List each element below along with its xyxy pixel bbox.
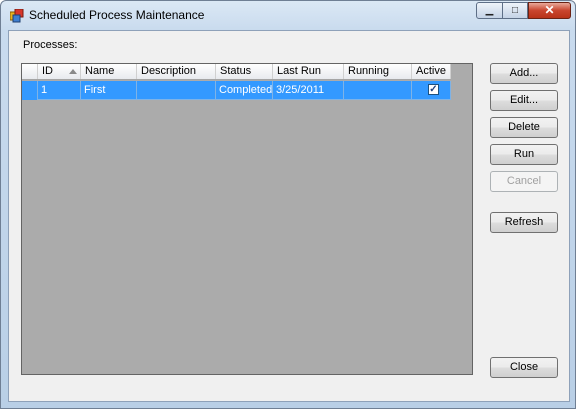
edit-button[interactable]: Edit...: [490, 90, 558, 111]
cell-last-run[interactable]: 3/25/2011: [273, 81, 344, 100]
row-header-corner: [22, 64, 38, 79]
client-area: Processes: ID Name Description Status La…: [8, 30, 570, 402]
cell-running[interactable]: [344, 81, 412, 100]
cell-status[interactable]: Completed: [216, 81, 273, 100]
checkmark-icon: ✓: [429, 84, 438, 95]
run-button[interactable]: Run: [490, 144, 558, 165]
column-header-label: Status: [220, 65, 252, 77]
cell-id[interactable]: 1: [38, 81, 81, 100]
delete-button[interactable]: Delete: [490, 117, 558, 138]
close-window-button[interactable]: ✕: [528, 2, 571, 19]
processes-grid[interactable]: ID Name Description Status Last Run Runn…: [21, 63, 473, 375]
processes-label: Processes:: [23, 39, 78, 51]
column-header-label: Last Run: [277, 65, 322, 77]
column-header-active[interactable]: Active: [412, 64, 451, 79]
column-header-label: Name: [85, 65, 115, 77]
minimize-button[interactable]: ▁: [476, 2, 503, 19]
cancel-button[interactable]: Cancel: [490, 171, 558, 192]
grid-header: ID Name Description Status Last Run Runn…: [22, 64, 451, 80]
column-header-last-run[interactable]: Last Run: [273, 64, 344, 79]
title-bar[interactable]: Scheduled Process Maintenance ▁ □ ✕: [1, 1, 575, 30]
minimize-icon: ▁: [485, 5, 494, 16]
active-checkbox[interactable]: ✓: [428, 84, 439, 95]
column-header-running[interactable]: Running: [344, 64, 412, 79]
column-header-name[interactable]: Name: [81, 64, 137, 79]
maximize-button[interactable]: □: [502, 2, 528, 19]
app-icon: [10, 9, 24, 23]
window-title: Scheduled Process Maintenance: [29, 8, 205, 22]
column-header-label: ID: [42, 65, 53, 77]
add-button[interactable]: Add...: [490, 63, 558, 84]
cell-description[interactable]: [137, 81, 216, 100]
column-header-label: Running: [348, 65, 389, 77]
refresh-button[interactable]: Refresh: [490, 212, 558, 233]
maximize-icon: □: [511, 5, 519, 16]
main-window: Scheduled Process Maintenance ▁ □ ✕ Proc…: [0, 0, 576, 409]
close-icon: ✕: [544, 3, 555, 17]
sort-ascending-icon: [69, 69, 77, 74]
table-row[interactable]: 1 First Completed 3/25/2011 ✓: [22, 81, 451, 100]
cell-active[interactable]: ✓: [412, 81, 451, 100]
column-header-id[interactable]: ID: [38, 64, 81, 79]
column-header-label: Description: [141, 65, 197, 77]
close-button[interactable]: Close: [490, 357, 558, 378]
column-header-description[interactable]: Description: [137, 64, 216, 79]
column-header-status[interactable]: Status: [216, 64, 273, 79]
cell-name[interactable]: First: [81, 81, 137, 100]
column-header-label: Active: [416, 65, 446, 77]
